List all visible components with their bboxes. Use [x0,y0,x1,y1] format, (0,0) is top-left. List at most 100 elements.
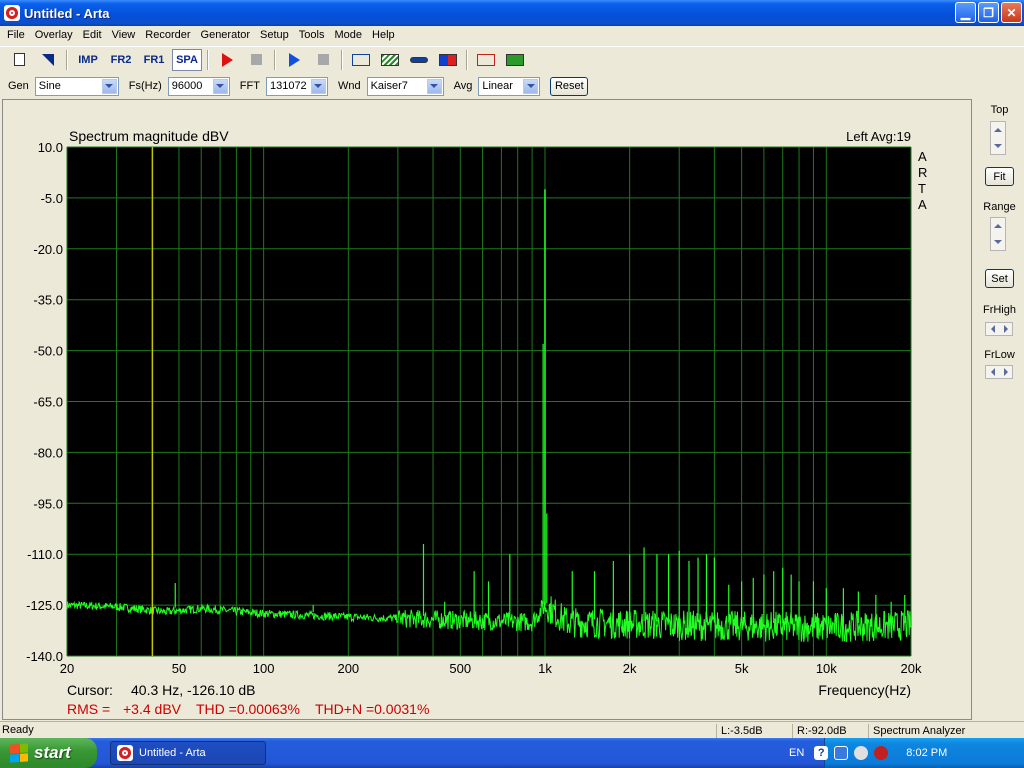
help-icon[interactable]: ? [814,746,829,760]
impulse-mode-button[interactable]: IMP [73,49,103,71]
menu-overlay[interactable]: Overlay [30,29,78,41]
network-icon[interactable] [834,746,849,760]
record-button[interactable] [214,49,240,71]
scope-button[interactable] [502,49,528,71]
menu-tools[interactable]: Tools [294,29,330,41]
close-button[interactable]: ✕ [1001,2,1022,23]
new-button[interactable] [6,49,32,71]
new-document-icon [13,53,25,66]
generator-stop-button[interactable] [310,49,336,71]
averaging-select[interactable]: Linear [478,76,541,96]
level-meter-button[interactable] [435,49,461,71]
cursor-label: Cursor: [67,682,113,698]
spectrum-chart[interactable]: 10.0 -5.0 -20.0 -35.0 -50.0 -65.0 -80.0 -95.0 -1… [3,100,971,719]
y-tick-label: -20.0 [33,242,63,257]
system-tray: EN ? 8:02 PM [789,738,1024,768]
x-tick-label: 20 [60,661,74,676]
spectrum-plot-panel: 10.0 -5.0 -20.0 -35.0 -50.0 -65.0 -80.0 -95.0 -1… [2,99,972,720]
menu-mode[interactable]: Mode [329,29,367,41]
fft-label: FFT [239,80,260,92]
toolbar-separator [66,49,68,70]
oscilloscope-icon [506,53,524,66]
spin-left-icon[interactable] [990,325,995,333]
spin-up-icon[interactable] [994,224,1002,228]
restore-button[interactable]: ❐ [978,2,999,23]
security-icon[interactable] [854,746,869,760]
fr2-mode-button[interactable]: FR2 [106,49,136,71]
fr1-mode-button[interactable]: FR1 [139,49,169,71]
spin-down-icon[interactable] [994,240,1002,244]
restore-icon: ❐ [983,5,994,20]
range-spinner[interactable] [990,217,1006,251]
chart-title: Spectrum magnitude dBV [69,128,229,144]
arta-app-icon [117,745,133,761]
frlow-spinner[interactable] [985,365,1013,379]
probe-button[interactable] [406,49,432,71]
arta-app-icon[interactable] [4,5,20,21]
minimize-button[interactable]: ▁ [955,2,976,23]
chevron-down-icon[interactable] [310,78,326,94]
toolbar: IMP FR2 FR1 SPA [0,46,1024,72]
top-spinner[interactable] [990,121,1006,155]
sample-rate-value: 96000 [171,80,203,92]
chevron-down-icon[interactable] [101,78,117,94]
window-function-select[interactable]: Kaiser7 [366,76,444,96]
generator-start-button[interactable] [281,49,307,71]
sample-rate-select[interactable]: 96000 [167,76,230,96]
grid-button[interactable] [377,49,403,71]
thdn-value: THD+N =0.0031% [315,701,429,717]
chevron-down-icon[interactable] [212,78,228,94]
window-title: Untitled - Arta [24,5,110,21]
signal-generator-button[interactable] [473,49,499,71]
generator-select[interactable]: Sine [34,76,119,96]
averaging-value: Linear [482,80,513,92]
open-button[interactable] [35,49,61,71]
frhigh-spinner[interactable] [985,322,1013,336]
shield-icon[interactable] [874,746,889,760]
spin-up-icon[interactable] [994,128,1002,132]
language-indicator[interactable]: EN [789,747,804,759]
fft-size-select[interactable]: 131072 [265,76,328,96]
menu-generator[interactable]: Generator [196,29,256,41]
menu-help[interactable]: Help [367,29,400,41]
set-button[interactable]: Set [985,269,1014,288]
reset-button[interactable]: Reset [550,76,589,96]
left-level: L:-3.5dB [716,724,788,739]
x-tick-label: 500 [449,661,471,676]
rms-value: +3.4 dBV [123,701,182,717]
clock: 8:02 PM [906,747,948,759]
fft-size-value: 131072 [269,80,307,92]
chevron-down-icon[interactable] [426,78,442,94]
menu-recorder[interactable]: Recorder [140,29,195,41]
frlow-label: FrLow [984,349,1015,361]
record-play-icon [221,52,233,67]
generator-value: Sine [38,80,61,92]
menu-file[interactable]: File [2,29,30,41]
arta-window: Untitled - Arta ▁ ❐ ✕ File Overlay Edit … [0,0,1024,768]
spin-left-icon[interactable] [990,368,995,376]
fs-label: Fs(Hz) [128,80,162,92]
menu-edit[interactable]: Edit [78,29,107,41]
menu-setup[interactable]: Setup [255,29,294,41]
analyzer-controls: Gen Sine Fs(Hz) 96000 FFT 131072 Wnd Kai… [0,74,1024,98]
title-bar[interactable]: Untitled - Arta ▁ ❐ ✕ [0,0,1024,26]
minimize-icon: ▁ [960,5,971,20]
gen-label: Gen [8,80,29,92]
fit-button[interactable]: Fit [985,167,1014,186]
taskbar-arta-button[interactable]: Untitled - Arta [110,741,266,765]
start-button[interactable]: start [0,738,97,768]
spin-right-icon[interactable] [1003,325,1008,333]
spin-right-icon[interactable] [1003,368,1008,376]
chevron-down-icon[interactable] [523,78,539,94]
start-label: start [34,743,71,762]
spin-down-icon[interactable] [994,144,1002,148]
x-tick-label: 5k [735,661,749,676]
stop-icon [250,54,262,65]
taskbar: start Untitled - Arta EN ? 8:02 PM [0,738,1024,768]
spa-mode-button[interactable]: SPA [172,48,202,71]
thd-value: THD =0.00063% [196,701,300,717]
text-overlay-button[interactable] [348,49,374,71]
menu-view[interactable]: View [107,29,141,41]
y-tick-label: -50.0 [33,344,63,359]
record-stop-button[interactable] [243,49,269,71]
